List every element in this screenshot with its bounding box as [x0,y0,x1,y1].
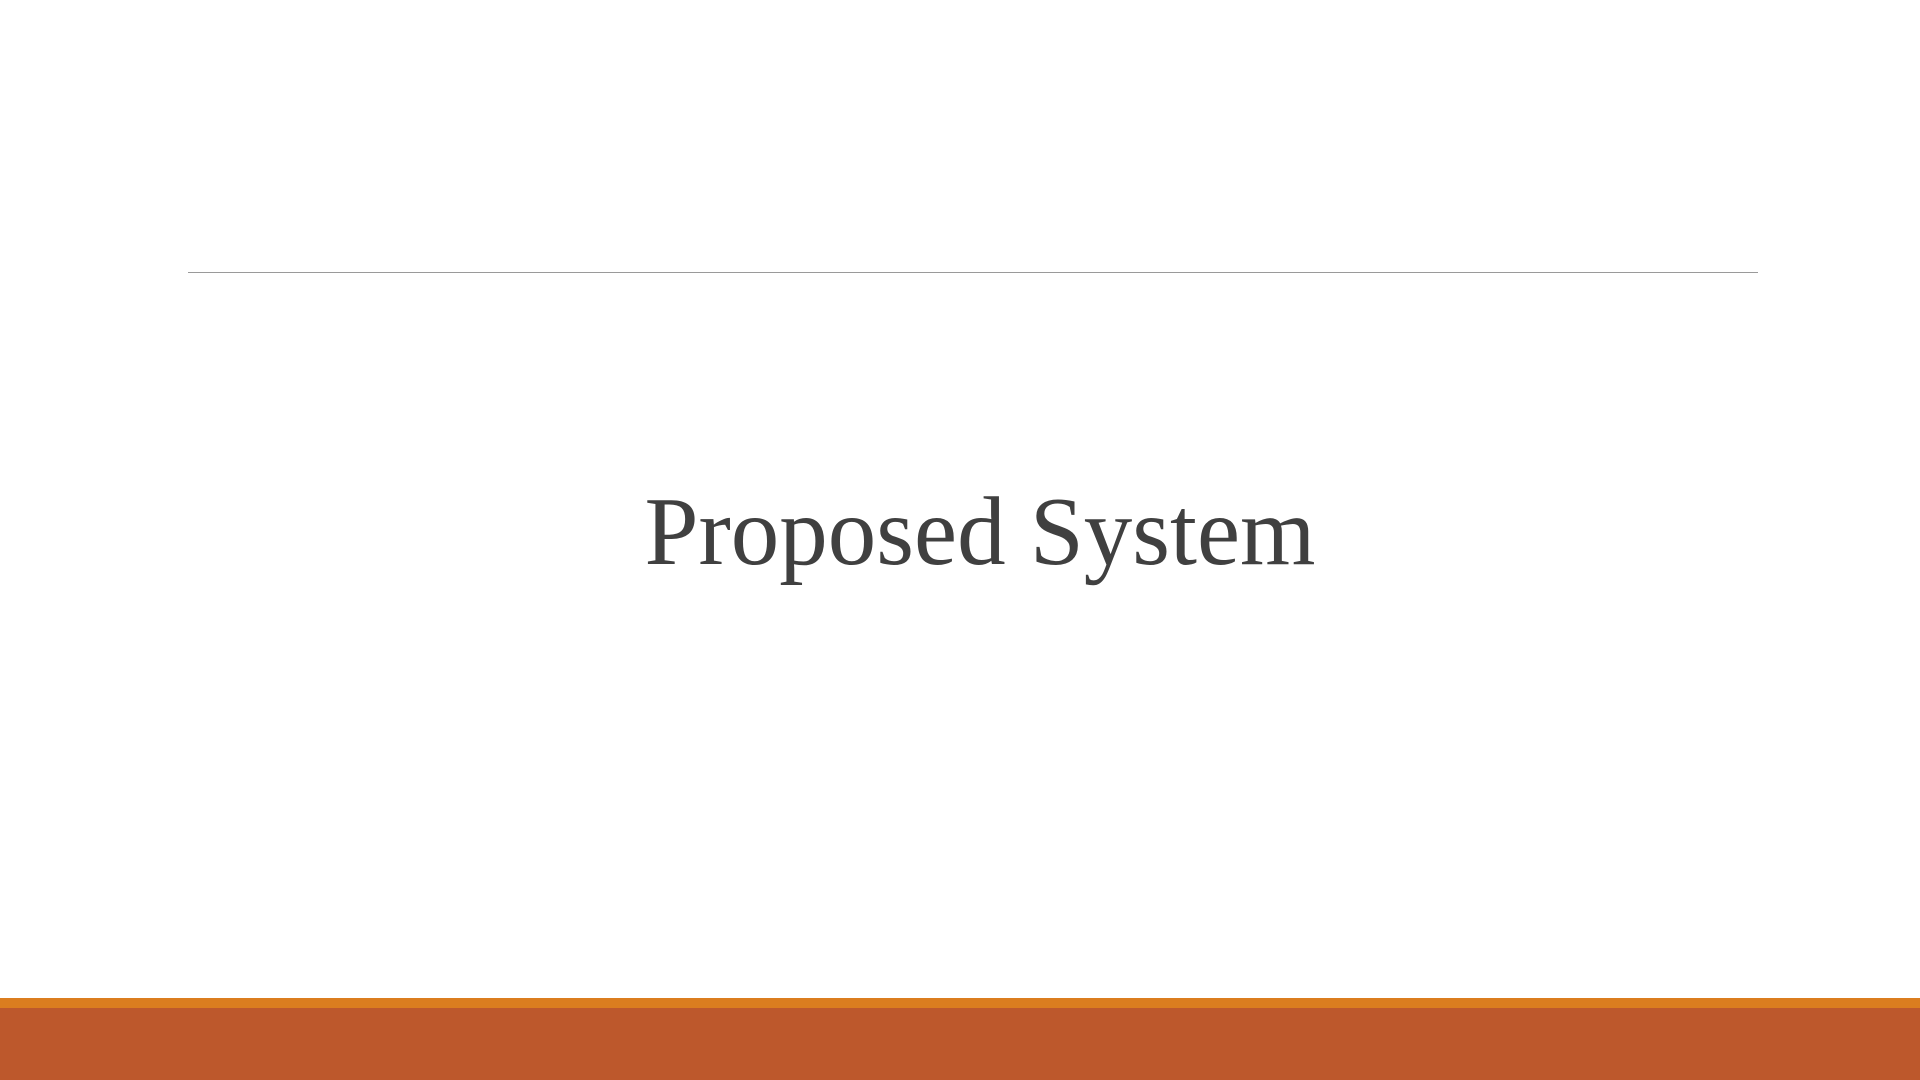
slide-title: Proposed System [644,478,1316,585]
footer-band [0,1008,1920,1080]
title-divider-line [188,272,1758,273]
slide: Proposed System [0,0,1920,1080]
footer-accent-stripe [0,998,1920,1008]
